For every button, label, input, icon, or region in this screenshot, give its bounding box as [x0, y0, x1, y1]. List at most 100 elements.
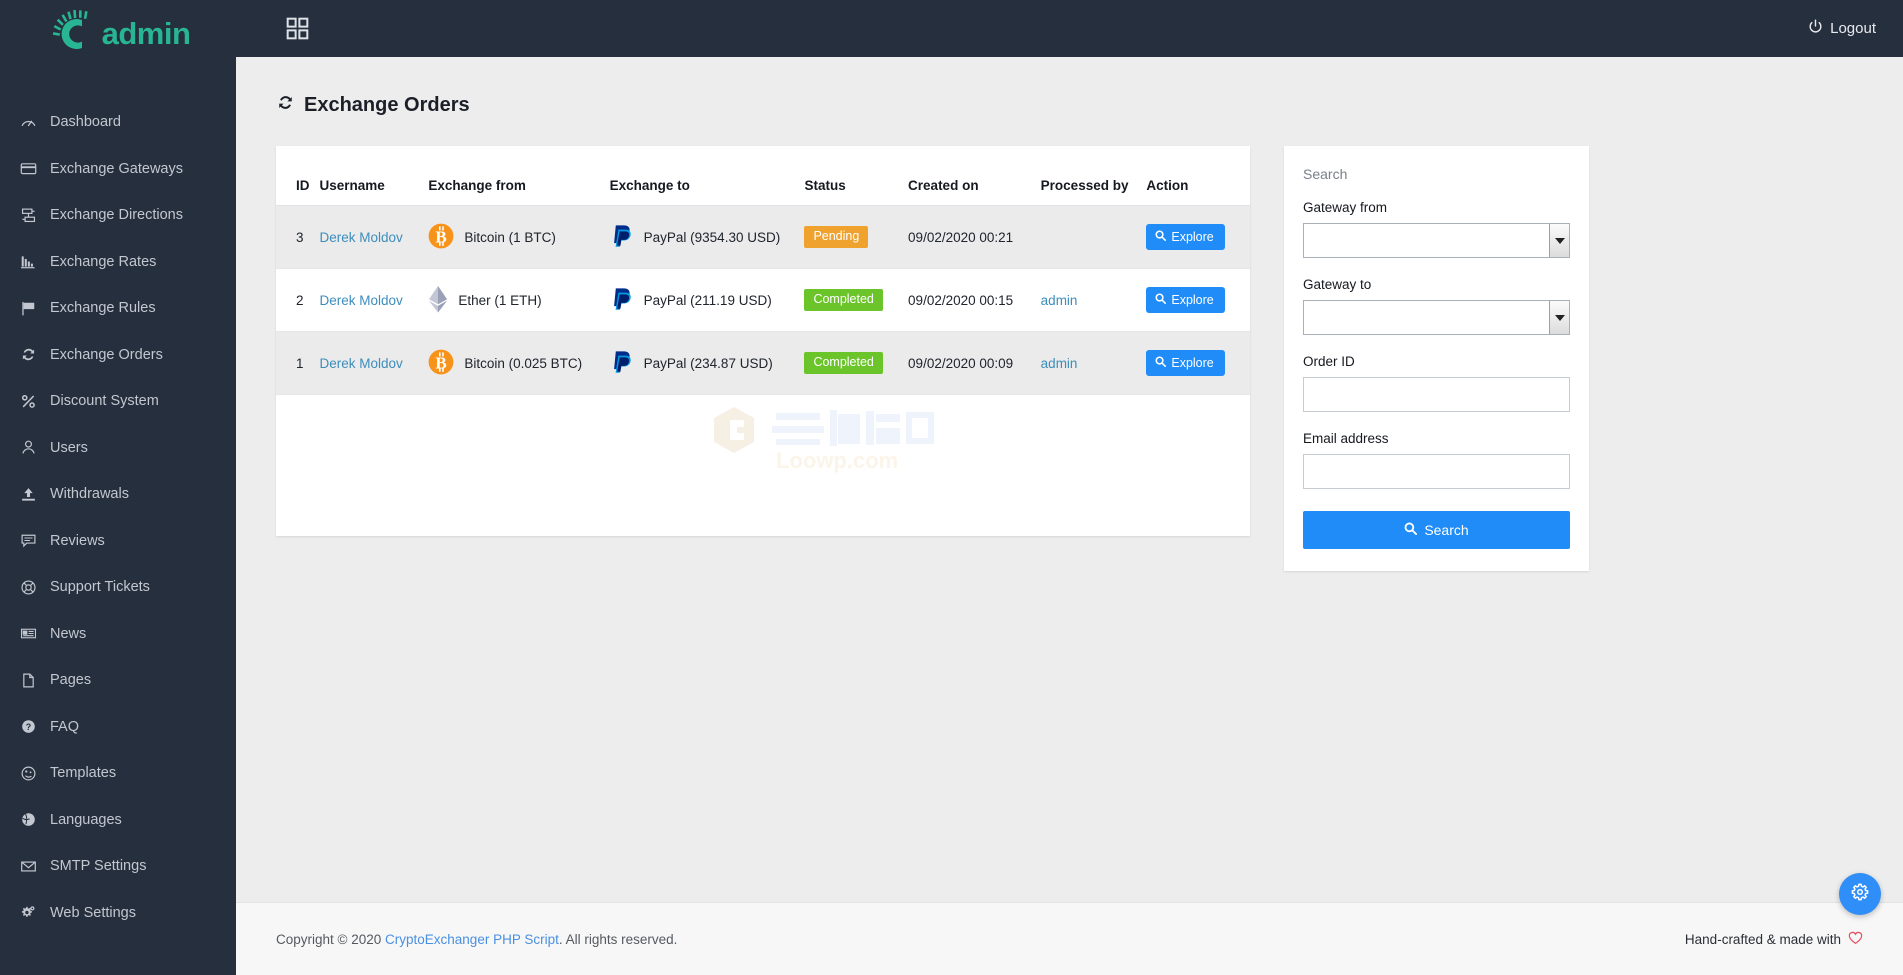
refresh-icon	[276, 93, 295, 118]
status-badge: Pending	[804, 226, 868, 249]
question-circle-icon: ?	[20, 718, 50, 735]
copyright-suffix: . All rights reserved.	[559, 932, 678, 947]
grid-icon[interactable]	[284, 16, 310, 42]
footer-link[interactable]: CryptoExchanger PHP Script	[385, 932, 559, 947]
processed-by-link[interactable]: admin	[1041, 356, 1078, 371]
gateway-from-value	[1304, 224, 1549, 257]
sidebar-item-exchange-rules[interactable]: Exchange Rules	[0, 285, 236, 332]
col-exchange-from: Exchange from	[428, 146, 609, 206]
username-link[interactable]: Derek Moldov	[320, 230, 403, 245]
table-row: 3 Derek Moldov B	[276, 206, 1250, 269]
gateway-from-name: Bitcoin (0.025 BTC)	[464, 356, 582, 371]
explore-button[interactable]: Explore	[1146, 350, 1224, 376]
sidebar-item-label: Withdrawals	[50, 486, 129, 502]
gateway-to-value	[1304, 301, 1549, 334]
sidebar-item-label: Support Tickets	[50, 579, 150, 595]
search-button[interactable]: Search	[1303, 511, 1570, 549]
sidebar-item-withdrawals[interactable]: Withdrawals	[0, 471, 236, 518]
sidebar-item-label: Reviews	[50, 533, 105, 549]
sidebar-item-web-settings[interactable]: Web Settings	[0, 890, 236, 937]
explore-label: Explore	[1171, 230, 1213, 244]
gateway-from-name: Bitcoin (1 BTC)	[464, 230, 556, 245]
copyright-prefix: Copyright © 2020	[276, 932, 385, 947]
sidebar-item-label: Exchange Rates	[50, 254, 156, 270]
settings-fab-button[interactable]	[1839, 873, 1881, 915]
cell-id: 3	[276, 206, 320, 269]
sidebar-item-pages[interactable]: Pages	[0, 657, 236, 704]
gateway-to-name: PayPal (234.87 USD)	[644, 356, 773, 371]
brand-logo[interactable]: admin	[0, 0, 236, 68]
col-processed-by: Processed by	[1041, 146, 1147, 206]
logo-c-icon	[52, 10, 104, 59]
credit-card-icon	[20, 160, 50, 177]
logo-text: admin	[102, 16, 191, 52]
gateway-to-label: Gateway to	[1303, 277, 1570, 292]
status-badge: Completed	[804, 352, 882, 375]
page-title: Exchange Orders	[276, 93, 1903, 118]
processed-by-link[interactable]: admin	[1041, 293, 1078, 308]
paypal-icon	[610, 349, 634, 378]
field-email-address: Email address	[1303, 431, 1570, 489]
paypal-icon	[610, 223, 634, 252]
top-bar: Logout	[236, 0, 1903, 57]
username-link[interactable]: Derek Moldov	[320, 356, 403, 371]
cell-exchange-from: B Bitcoin (0.025 BTC)	[428, 332, 609, 395]
sidebar-item-dashboard[interactable]: Dashboard	[0, 99, 236, 146]
cell-processed-by: admin	[1041, 269, 1147, 332]
gateway-from-name: Ether (1 ETH)	[458, 293, 541, 308]
sidebar-item-languages[interactable]: Languages	[0, 797, 236, 844]
sidebar-item-news[interactable]: News	[0, 611, 236, 658]
sidebar-item-templates[interactable]: Templates	[0, 750, 236, 797]
cogs-icon	[20, 904, 50, 921]
dashboard-icon	[20, 114, 50, 131]
percent-icon	[20, 393, 50, 410]
table-header-row: ID Username Exchange from Exchange to St…	[276, 146, 1250, 206]
comment-icon	[20, 532, 50, 549]
envelope-icon	[20, 858, 50, 875]
explore-label: Explore	[1171, 293, 1213, 307]
col-id: ID	[276, 146, 320, 206]
sidebar-item-exchange-gateways[interactable]: Exchange Gateways	[0, 146, 236, 193]
sidebar: admin Dashboard Exchange Gateways	[0, 0, 236, 975]
explore-button[interactable]: Explore	[1146, 224, 1224, 250]
col-status: Status	[804, 146, 908, 206]
explore-button[interactable]: Explore	[1146, 287, 1224, 313]
cell-action: Explore	[1146, 332, 1250, 395]
cell-exchange-from: Ether (1 ETH)	[428, 269, 609, 332]
sidebar-item-exchange-orders[interactable]: Exchange Orders	[0, 332, 236, 379]
sidebar-item-smtp-settings[interactable]: SMTP Settings	[0, 843, 236, 890]
magnifier-icon	[1155, 356, 1166, 370]
cell-status: Pending	[804, 206, 908, 269]
gateway-from-select[interactable]	[1303, 223, 1570, 258]
col-action: Action	[1146, 146, 1250, 206]
cell-created-on: 09/02/2020 00:09	[908, 332, 1041, 395]
flag-icon	[20, 300, 50, 317]
sidebar-item-support-tickets[interactable]: Support Tickets	[0, 564, 236, 611]
sidebar-item-reviews[interactable]: Reviews	[0, 518, 236, 565]
orders-table: ID Username Exchange from Exchange to St…	[276, 146, 1250, 395]
sidebar-item-label: Exchange Rules	[50, 300, 156, 316]
sidebar-item-users[interactable]: Users	[0, 425, 236, 472]
cell-exchange-to: PayPal (9354.30 USD)	[610, 206, 805, 269]
logout-button[interactable]: Logout	[1808, 19, 1876, 38]
sidebar-item-exchange-rates[interactable]: Exchange Rates	[0, 239, 236, 286]
newspaper-icon	[20, 625, 50, 642]
sidebar-item-exchange-directions[interactable]: Exchange Directions	[0, 192, 236, 239]
cell-id: 1	[276, 332, 320, 395]
gateway-from-label: Gateway from	[1303, 200, 1570, 215]
email-address-input[interactable]	[1303, 454, 1570, 489]
admin-app: admin Dashboard Exchange Gateways	[0, 0, 1903, 975]
username-link[interactable]: Derek Moldov	[320, 293, 403, 308]
explore-label: Explore	[1171, 356, 1213, 370]
gateway-to-select[interactable]	[1303, 300, 1570, 335]
order-id-input[interactable]	[1303, 377, 1570, 412]
cell-exchange-from: B Bitcoin (1 BTC)	[428, 206, 609, 269]
search-panel-heading: Search	[1303, 166, 1570, 182]
bar-chart-icon	[20, 253, 50, 270]
sidebar-item-faq[interactable]: ? FAQ	[0, 704, 236, 751]
search-button-label: Search	[1424, 522, 1468, 538]
sidebar-item-discount-system[interactable]: Discount System	[0, 378, 236, 425]
cell-action: Explore	[1146, 206, 1250, 269]
table-row: 1 Derek Moldov B	[276, 332, 1250, 395]
sidebar-item-label: Languages	[50, 812, 122, 828]
